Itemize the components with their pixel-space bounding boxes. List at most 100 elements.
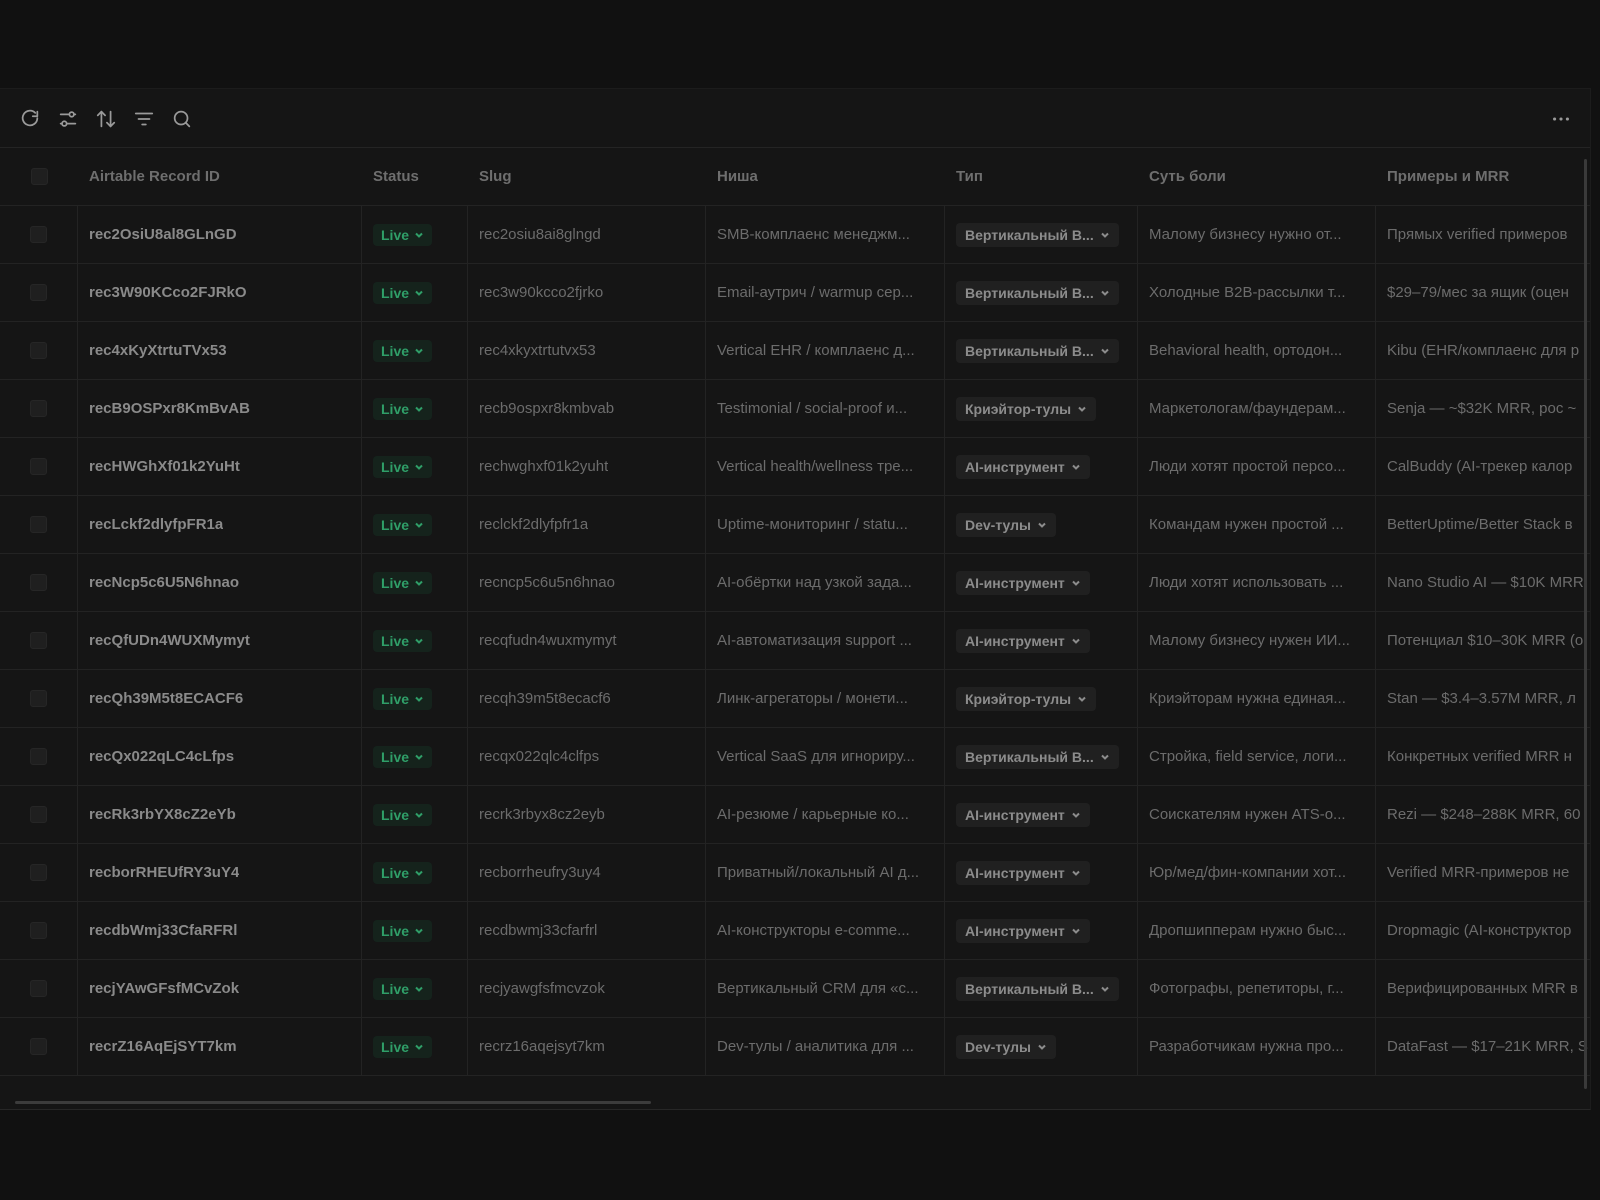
table-row[interactable]: recRk3rbYX8cZ2eYb Live recrk3rbyx8cz2eyb AI… xyxy=(0,786,1590,844)
status-badge[interactable]: Live xyxy=(373,629,433,652)
mrr-cell[interactable]: Потенциал $10–30K MRR (о xyxy=(1376,612,1590,669)
table-row[interactable]: recHWGhXf01k2YuHt Live rechwghxf01k2yuht Ve… xyxy=(0,438,1590,496)
mrr-cell[interactable]: Senja — ~$32K MRR, рос ~ xyxy=(1376,380,1590,437)
slug-cell[interactable]: recjyawgfsfmcvzok xyxy=(468,960,706,1017)
search-icon[interactable] xyxy=(169,106,195,132)
status-badge[interactable]: Live xyxy=(373,513,433,536)
record-id-cell[interactable]: recborRHEUfRY3uY4 xyxy=(78,844,362,901)
tip-cell[interactable]: AI-инструмент xyxy=(945,612,1138,669)
table-row[interactable]: recQfUDn4WUXMymyt Live recqfudn4wuxmymyt AI… xyxy=(0,612,1590,670)
select-all-checkbox[interactable] xyxy=(30,168,48,185)
status-badge[interactable]: Live xyxy=(373,1035,433,1058)
row-select-cell[interactable] xyxy=(0,206,78,263)
column-header-id[interactable]: Airtable Record ID xyxy=(78,148,362,205)
refresh-icon[interactable] xyxy=(17,106,43,132)
tip-cell[interactable]: AI-инструмент xyxy=(945,902,1138,959)
type-tag[interactable]: AI-инструмент xyxy=(956,628,1090,653)
more-horizontal-icon[interactable] xyxy=(1548,106,1574,132)
status-badge[interactable]: Live xyxy=(373,281,433,304)
status-badge[interactable]: Live xyxy=(373,339,433,362)
slug-cell[interactable]: recrk3rbyx8cz2eyb xyxy=(468,786,706,843)
nisha-cell[interactable]: AI-резюме / карьерные ко... xyxy=(706,786,945,843)
slug-cell[interactable]: rechwghxf01k2yuht xyxy=(468,438,706,495)
record-id-cell[interactable]: recQx022qLC4cLfps xyxy=(78,728,362,785)
sut-cell[interactable]: Юр/мед/фин-компании хот... xyxy=(1138,844,1376,901)
sut-cell[interactable]: Фотографы, репетиторы, г... xyxy=(1138,960,1376,1017)
tip-cell[interactable]: Вертикальный В... xyxy=(945,322,1138,379)
tip-cell[interactable]: Вертикальный В... xyxy=(945,728,1138,785)
row-select-cell[interactable] xyxy=(0,960,78,1017)
filter-icon[interactable] xyxy=(131,106,157,132)
row-checkbox[interactable] xyxy=(30,922,47,939)
row-select-cell[interactable] xyxy=(0,670,78,727)
tip-cell[interactable]: Вертикальный В... xyxy=(945,264,1138,321)
mrr-cell[interactable]: Dropmagic (AI-конструктор xyxy=(1376,902,1590,959)
horizontal-scrollbar[interactable] xyxy=(15,1101,651,1104)
nisha-cell[interactable]: Email-аутрич / warmup сер... xyxy=(706,264,945,321)
table-row[interactable]: recLckf2dlyfpFR1a Live reclckf2dlyfpfr1a Up… xyxy=(0,496,1590,554)
status-cell[interactable]: Live xyxy=(362,728,468,785)
tip-cell[interactable]: AI-инструмент xyxy=(945,438,1138,495)
row-checkbox[interactable] xyxy=(30,632,47,649)
table-row[interactable]: recNcp5c6U5N6hnao Live recncp5c6u5n6hnao AI… xyxy=(0,554,1590,612)
status-cell[interactable]: Live xyxy=(362,902,468,959)
column-header-mrr[interactable]: Примеры и MRR xyxy=(1376,148,1590,205)
nisha-cell[interactable]: Vertical health/wellness тре... xyxy=(706,438,945,495)
record-id-cell[interactable]: rec3W90KCco2FJRkO xyxy=(78,264,362,321)
sut-cell[interactable]: Люди хотят использовать ... xyxy=(1138,554,1376,611)
row-checkbox[interactable] xyxy=(30,690,47,707)
type-tag[interactable]: Вертикальный В... xyxy=(956,744,1119,769)
row-checkbox[interactable] xyxy=(30,864,47,881)
type-tag[interactable]: AI-инструмент xyxy=(956,860,1090,885)
record-id-cell[interactable]: recRk3rbYX8cZ2eYb xyxy=(78,786,362,843)
sut-cell[interactable]: Криэйторам нужна единая... xyxy=(1138,670,1376,727)
table-row[interactable]: recjYAwGFsfMCvZok Live recjyawgfsfmcvzok Ве… xyxy=(0,960,1590,1018)
status-badge[interactable]: Live xyxy=(373,223,433,246)
vertical-scrollbar[interactable] xyxy=(1584,159,1587,1089)
record-id-cell[interactable]: recdbWmj33CfaRFRl xyxy=(78,902,362,959)
table-row[interactable]: rec2OsiU8al8GLnGD Live rec2osiu8ai8glngd SM… xyxy=(0,206,1590,264)
slug-cell[interactable]: recqh39m5t8ecacf6 xyxy=(468,670,706,727)
sut-cell[interactable]: Холодные B2B-рассылки т... xyxy=(1138,264,1376,321)
table-row[interactable]: recdbWmj33CfaRFRl Live recdbwmj33cfarfrl AI… xyxy=(0,902,1590,960)
slug-cell[interactable]: rec3w90kcco2fjrko xyxy=(468,264,706,321)
status-cell[interactable]: Live xyxy=(362,844,468,901)
table-row[interactable]: rec4xKyXtrtuTVx53 Live rec4xkyxtrtutvx53 Ve… xyxy=(0,322,1590,380)
row-select-cell[interactable] xyxy=(0,902,78,959)
nisha-cell[interactable]: Линк-агрегаторы / монети... xyxy=(706,670,945,727)
nisha-cell[interactable]: Вертикальный CRM для «с... xyxy=(706,960,945,1017)
status-cell[interactable]: Live xyxy=(362,380,468,437)
nisha-cell[interactable]: SMB-комплаенс менеджм... xyxy=(706,206,945,263)
row-checkbox[interactable] xyxy=(30,748,47,765)
slug-cell[interactable]: recb9ospxr8kmbvab xyxy=(468,380,706,437)
row-checkbox[interactable] xyxy=(30,516,47,533)
status-badge[interactable]: Live xyxy=(373,861,433,884)
type-tag[interactable]: Вертикальный В... xyxy=(956,222,1119,247)
status-badge[interactable]: Live xyxy=(373,397,433,420)
row-select-cell[interactable] xyxy=(0,786,78,843)
mrr-cell[interactable]: DataFast — $17–21K MRR, S xyxy=(1376,1018,1590,1075)
nisha-cell[interactable]: Dev-тулы / аналитика для ... xyxy=(706,1018,945,1075)
record-id-cell[interactable]: recQh39M5t8ECACF6 xyxy=(78,670,362,727)
tip-cell[interactable]: Криэйтор-тулы xyxy=(945,670,1138,727)
slug-cell[interactable]: recncp5c6u5n6hnao xyxy=(468,554,706,611)
slug-cell[interactable]: rec4xkyxtrtutvx53 xyxy=(468,322,706,379)
record-id-cell[interactable]: rec2OsiU8al8GLnGD xyxy=(78,206,362,263)
row-select-cell[interactable] xyxy=(0,844,78,901)
mrr-cell[interactable]: Kibu (EHR/комплаенс для р xyxy=(1376,322,1590,379)
nisha-cell[interactable]: Vertical SaaS для игнориру... xyxy=(706,728,945,785)
type-tag[interactable]: AI-инструмент xyxy=(956,802,1090,827)
sut-cell[interactable]: Малому бизнесу нужен ИИ... xyxy=(1138,612,1376,669)
tip-cell[interactable]: AI-инструмент xyxy=(945,554,1138,611)
tip-cell[interactable]: Dev-тулы xyxy=(945,1018,1138,1075)
record-id-cell[interactable]: recLckf2dlyfpFR1a xyxy=(78,496,362,553)
sut-cell[interactable]: Малому бизнесу нужно от... xyxy=(1138,206,1376,263)
nisha-cell[interactable]: AI-автоматизация support ... xyxy=(706,612,945,669)
row-checkbox[interactable] xyxy=(30,458,47,475)
status-cell[interactable]: Live xyxy=(362,612,468,669)
column-header-nisha[interactable]: Ниша xyxy=(706,148,945,205)
table-row[interactable]: recQh39M5t8ECACF6 Live recqh39m5t8ecacf6 Ли… xyxy=(0,670,1590,728)
status-cell[interactable]: Live xyxy=(362,496,468,553)
row-checkbox[interactable] xyxy=(30,980,47,997)
type-tag[interactable]: AI-инструмент xyxy=(956,454,1090,479)
